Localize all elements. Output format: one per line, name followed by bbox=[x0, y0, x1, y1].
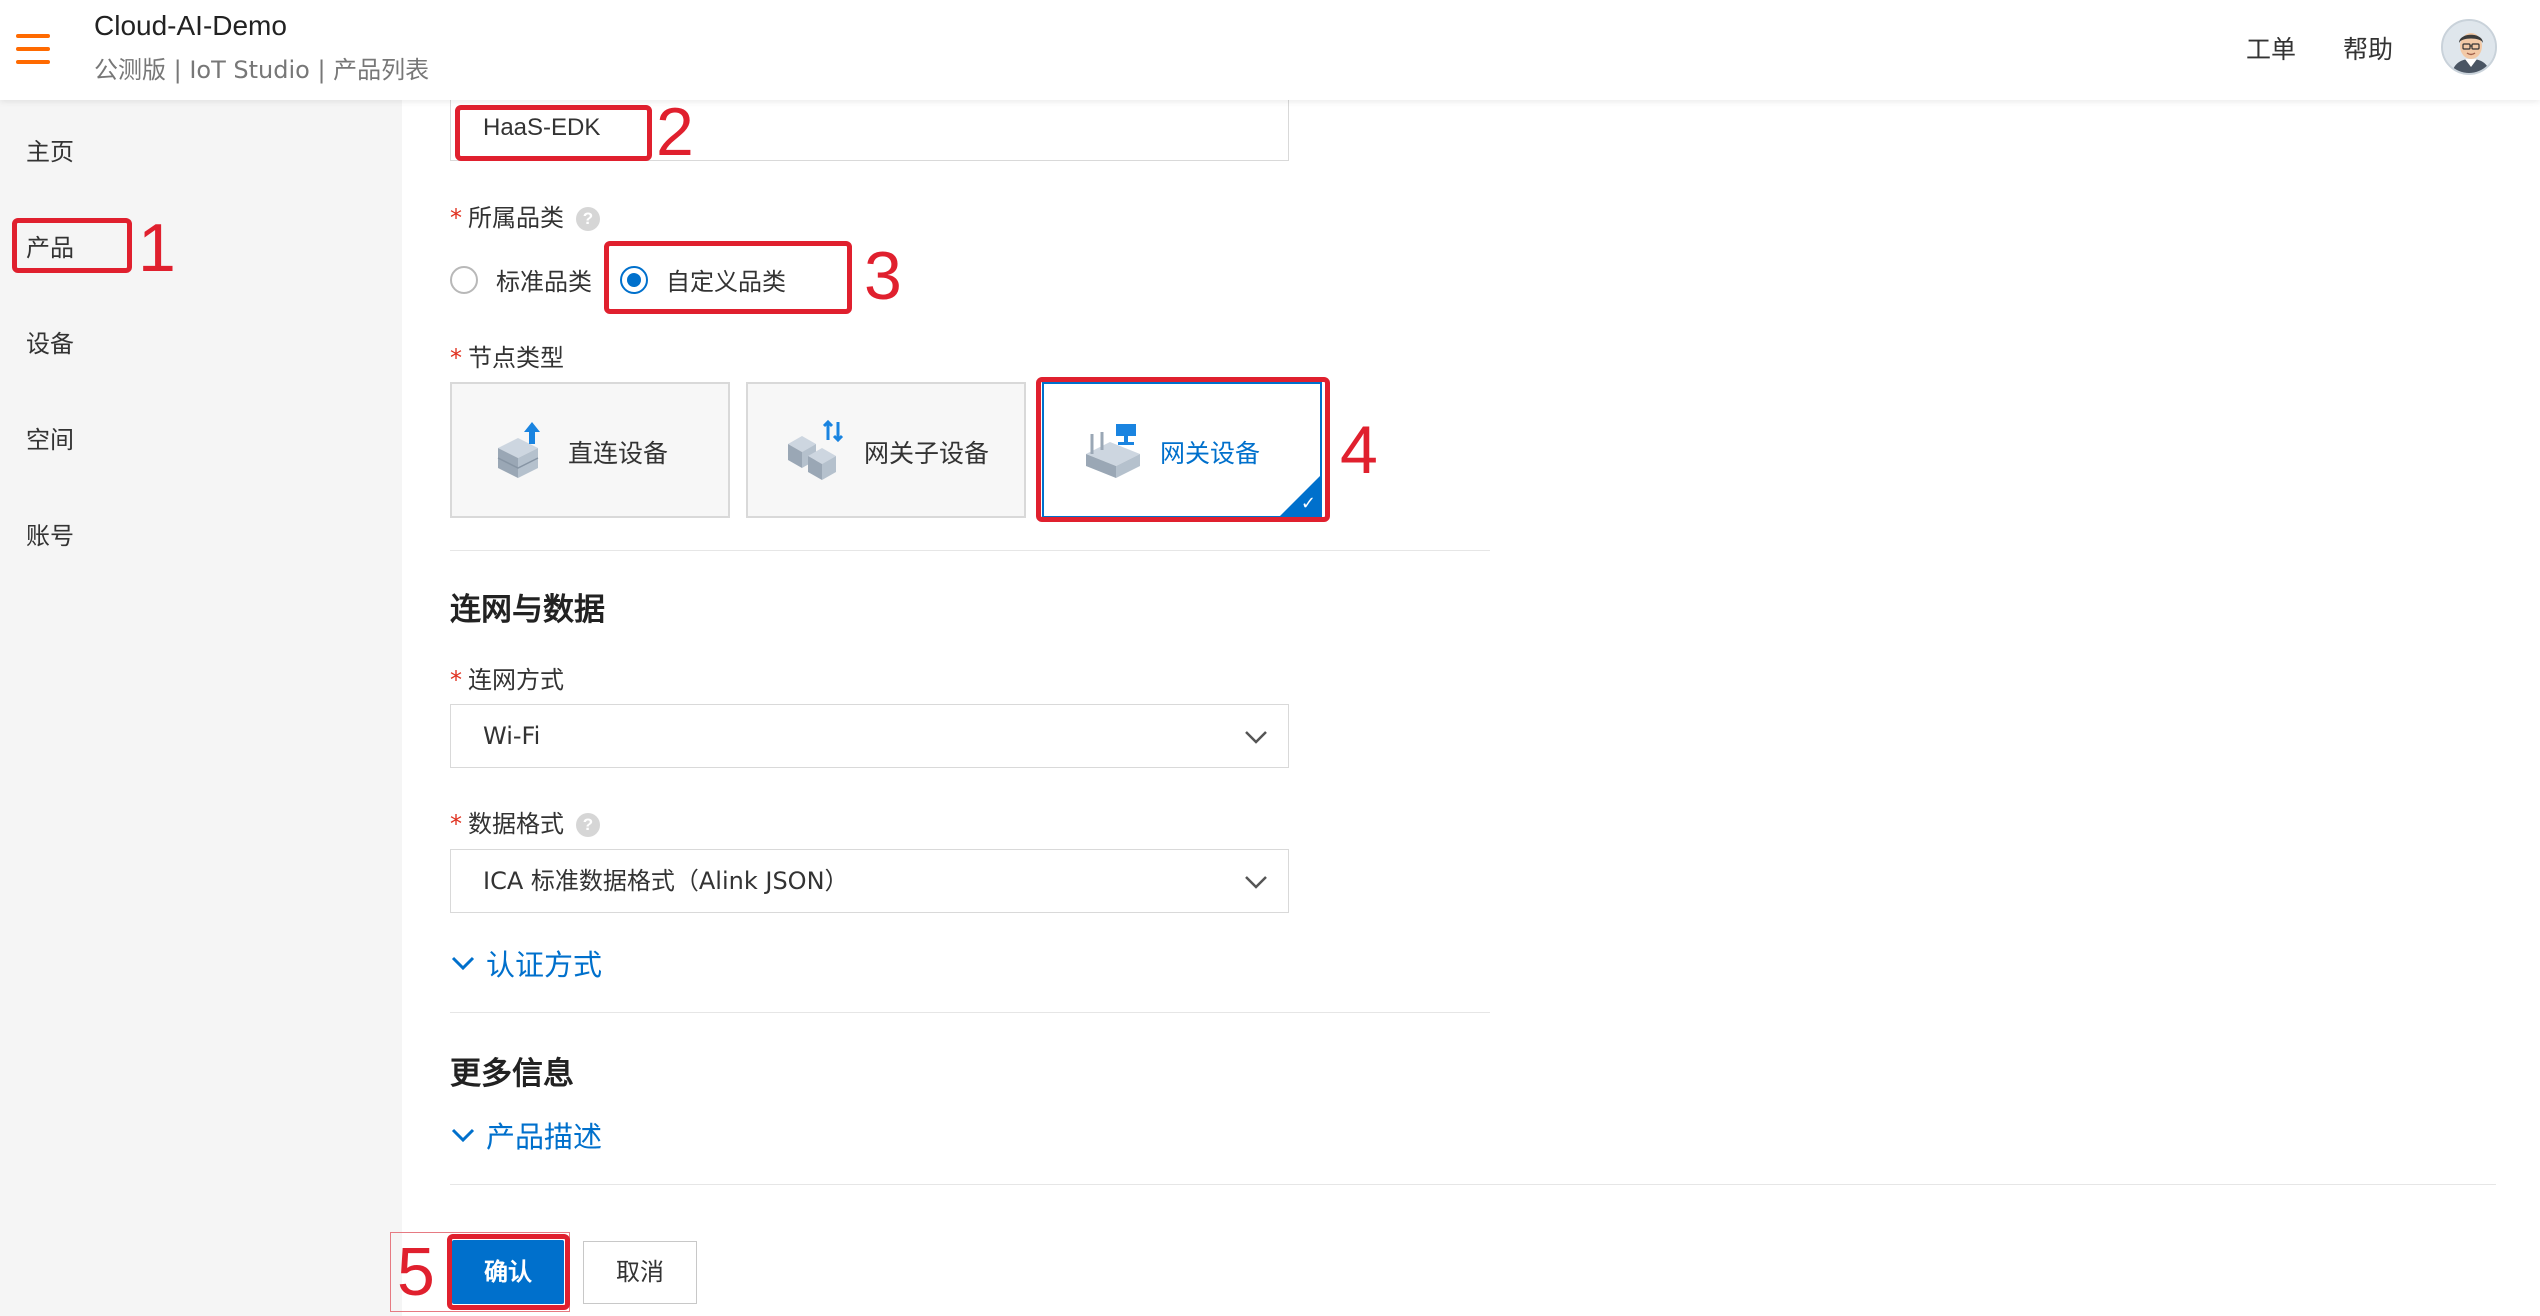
chevron-down-icon bbox=[1245, 731, 1267, 744]
radio-circle bbox=[450, 265, 478, 294]
data-format-select[interactable]: ICA 标准数据格式（Alink JSON） bbox=[450, 849, 1289, 913]
product-name-input[interactable]: HaaS-EDK bbox=[450, 97, 1289, 161]
network-method-label: * 连网方式 bbox=[450, 666, 564, 694]
chevron-down-icon bbox=[451, 956, 475, 971]
auth-method-toggle[interactable]: 认证方式 bbox=[450, 942, 602, 984]
product-name-value: HaaS-EDK bbox=[483, 114, 601, 141]
confirm-button[interactable]: 确认 bbox=[452, 1240, 564, 1304]
ticket-link[interactable]: 工单 bbox=[2246, 30, 2296, 66]
node-card-gateway-device[interactable]: 网关设备 ✓ bbox=[1042, 382, 1322, 518]
sidebar-item-devices[interactable]: 设备 bbox=[26, 324, 74, 359]
avatar[interactable] bbox=[2441, 19, 2497, 75]
network-method-select[interactable]: Wi-Fi bbox=[450, 704, 1289, 768]
sidebar-item-home[interactable]: 主页 bbox=[26, 132, 74, 167]
sidebar-item-space[interactable]: 空间 bbox=[26, 420, 74, 455]
cancel-button[interactable]: 取消 bbox=[583, 1241, 697, 1304]
radio-standard-category[interactable]: 标准品类 bbox=[450, 262, 592, 297]
user-avatar-icon bbox=[2443, 21, 2495, 73]
help-link[interactable]: 帮助 bbox=[2343, 30, 2393, 66]
annotation-number-2: 2 bbox=[656, 94, 694, 170]
node-card-direct-device[interactable]: 直连设备 bbox=[450, 382, 730, 518]
annotation-number-4: 4 bbox=[1340, 412, 1378, 488]
radio-custom-category[interactable]: 自定义品类 bbox=[620, 262, 786, 297]
node-card-gateway-sub-device[interactable]: 网关子设备 bbox=[746, 382, 1026, 518]
data-format-label: * 数据格式? bbox=[450, 804, 600, 839]
gateway-sub-device-icon bbox=[788, 419, 844, 480]
help-icon[interactable]: ? bbox=[576, 207, 600, 231]
app-title: Cloud-AI-Demo bbox=[94, 10, 287, 41]
direct-device-icon bbox=[497, 422, 540, 478]
sidebar: 主页 产品 设备 空间 账号 bbox=[0, 100, 402, 1316]
top-bar: Cloud-AI-Demo 公测版 | IoT Studio | 产品列表 工单… bbox=[0, 0, 2540, 100]
divider bbox=[450, 550, 1490, 551]
category-label: * 所属品类? bbox=[450, 198, 600, 233]
gateway-device-icon bbox=[1086, 424, 1140, 478]
divider bbox=[450, 1012, 1490, 1013]
annotation-number-3: 3 bbox=[864, 238, 902, 314]
node-type-label: * 节点类型 bbox=[450, 344, 564, 372]
sidebar-item-account[interactable]: 账号 bbox=[26, 516, 74, 551]
annotation-number-1: 1 bbox=[138, 210, 176, 286]
product-description-toggle[interactable]: 产品描述 bbox=[450, 1114, 602, 1156]
section-title-network: 连网与数据 bbox=[450, 592, 605, 628]
breadcrumb: 公测版 | IoT Studio | 产品列表 bbox=[94, 56, 430, 84]
check-icon: ✓ bbox=[1300, 493, 1316, 514]
sidebar-item-products[interactable]: 产品 bbox=[26, 228, 74, 263]
radio-circle-checked bbox=[620, 265, 648, 294]
annotation-number-5: 5 bbox=[397, 1234, 435, 1310]
help-icon[interactable]: ? bbox=[576, 813, 600, 837]
data-format-value: ICA 标准数据格式（Alink JSON） bbox=[483, 867, 849, 895]
divider bbox=[450, 1184, 2496, 1185]
network-method-value: Wi-Fi bbox=[483, 722, 541, 750]
section-title-more-info: 更多信息 bbox=[450, 1056, 574, 1092]
menu-icon[interactable] bbox=[16, 34, 50, 64]
chevron-down-icon bbox=[451, 1128, 475, 1143]
chevron-down-icon bbox=[1245, 876, 1267, 889]
